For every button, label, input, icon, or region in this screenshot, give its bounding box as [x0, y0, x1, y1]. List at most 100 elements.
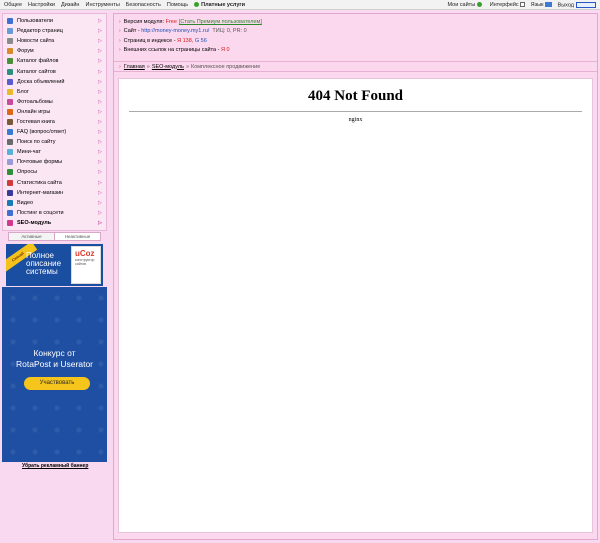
exit-link[interactable]: Выход [558, 2, 596, 8]
expand-arrow-icon[interactable]: ▷ [98, 119, 102, 125]
sidebar-item[interactable]: Гостевая книга ▷ [3, 117, 106, 127]
sidebar-item-label: Опросы [17, 169, 38, 176]
menu-security[interactable]: Безопасность [126, 2, 161, 8]
expand-arrow-icon[interactable]: ▷ [98, 190, 102, 196]
site-row: › Сайт - http://money-money.my1.ru/ ТИЦ:… [119, 27, 592, 37]
pages-google: G 56 [194, 37, 207, 44]
expand-arrow-icon[interactable]: ▷ [98, 99, 102, 105]
sidebar-item[interactable]: Доска объявлений ▷ [3, 77, 106, 87]
site-url[interactable]: http://money-money.my1.ru/ [141, 28, 209, 34]
version-label: Версия модуля: [123, 18, 165, 25]
ucoz-ad-banner[interactable]: Скачай Полное описание системы uCoz конс… [6, 244, 103, 286]
sidebar-item[interactable]: Поиск по сайту ▷ [3, 137, 106, 147]
menu-tools[interactable]: Инструменты [85, 2, 119, 8]
sidebar-item[interactable]: Каталог сайтов ▷ [3, 66, 106, 76]
sidebar-item[interactable]: Видео ▷ [3, 198, 106, 208]
module-icon [7, 68, 13, 75]
module-icon [7, 88, 13, 95]
sidebar-item[interactable]: Опросы ▷ [3, 167, 106, 177]
my-sites-link[interactable]: Мои сайты [448, 2, 484, 8]
expand-arrow-icon[interactable]: ▷ [98, 159, 102, 165]
expand-arrow-icon[interactable]: ▷ [98, 149, 102, 155]
sidebar-item-label: Редактор страниц [17, 28, 63, 35]
remove-banner-link[interactable]: Убрать рекламный баннер [22, 463, 88, 469]
breadcrumb-sep: » [185, 63, 189, 70]
error-heading: 404 Not Found [307, 88, 404, 104]
sidebar-item[interactable]: Статистика сайта ▷ [3, 178, 106, 188]
sidebar-item-label: Каталог файлов [17, 58, 59, 65]
module-icon [7, 38, 13, 45]
links-label: Внешних ссылок на страницы сайта - [123, 47, 220, 54]
my-sites-label: Мои сайты [447, 2, 476, 9]
module-icon [7, 18, 13, 25]
ad-text-line: системы [26, 267, 58, 276]
sidebar-item[interactable]: Форум ▷ [3, 46, 106, 56]
main-panel: › Версия модуля: Free [Стать Премиум пол… [113, 13, 598, 540]
expand-arrow-icon[interactable]: ▷ [98, 169, 102, 175]
participate-button[interactable]: Участвовать [24, 377, 90, 390]
sidebar-item[interactable]: Фотоальбомы ▷ [3, 97, 106, 107]
module-icon [7, 58, 13, 65]
paid-services-label: Платные услуги [201, 2, 246, 8]
expand-arrow-icon[interactable]: ▷ [98, 109, 102, 115]
sidebar-item[interactable]: Новости сайта ▷ [3, 36, 106, 46]
expand-arrow-icon[interactable]: ▷ [98, 180, 102, 186]
expand-arrow-icon[interactable]: ▷ [98, 69, 102, 75]
expand-arrow-icon[interactable]: ▷ [98, 129, 102, 135]
sidebar-item[interactable]: SEO-модуль ▷ [3, 218, 106, 228]
interface-toggle[interactable]: Интерфейс [490, 2, 525, 8]
menu-design[interactable]: Дизайн [61, 2, 80, 8]
sidebar-item[interactable]: Почтовые формы ▷ [3, 157, 106, 167]
modules-tabs: Активные Неактивные [8, 232, 101, 241]
sidebar-item-label: SEO-модуль [17, 219, 52, 226]
sidebar-item[interactable]: Блог ▷ [3, 87, 106, 97]
ad-headline-1: Конкурс от [33, 348, 76, 358]
flag-icon [544, 2, 552, 8]
bullet-icon: › [119, 18, 121, 25]
ad-pattern [2, 287, 107, 462]
sidebar-item-label: Постинг в соцсети [17, 209, 64, 216]
sidebar-item-label: Форум [17, 48, 34, 55]
rotapost-ad-banner[interactable]: Конкурс от RotaPost и Userator Участвова… [2, 287, 107, 462]
modules-list: Пользователи ▷ Редактор страниц ▷ Новости са… [3, 14, 106, 228]
expand-arrow-icon[interactable]: ▷ [98, 210, 102, 216]
expand-arrow-icon[interactable]: ▷ [98, 28, 102, 34]
menu-general[interactable]: Общее [4, 2, 22, 8]
module-icon [7, 98, 13, 105]
top-menu-left: Общее Настройки Дизайн Инструменты Безоп… [4, 2, 245, 8]
sidebar-item[interactable]: Онлайн игры ▷ [3, 107, 106, 117]
sidebar-item[interactable]: Мини-чат ▷ [3, 147, 106, 157]
menu-paid-services[interactable]: Платные услуги [194, 2, 245, 8]
module-icon [7, 108, 13, 115]
interface-checkbox[interactable] [519, 2, 525, 8]
expand-arrow-icon[interactable]: ▷ [98, 38, 102, 44]
sidebar-item[interactable]: Каталог файлов ▷ [3, 56, 106, 66]
expand-arrow-icon[interactable]: ▷ [98, 200, 102, 206]
sidebar-item[interactable]: FAQ (вопрос/ответ) ▷ [3, 127, 106, 137]
language-select[interactable]: Язык [531, 2, 552, 8]
menu-help[interactable]: Помощь [167, 2, 188, 8]
sidebar-item-label: Каталог сайтов [17, 68, 56, 75]
premium-link[interactable]: [Стать Премиум пользователем] [179, 19, 262, 25]
breadcrumb-home[interactable]: Главная [124, 64, 145, 70]
breadcrumb-seo[interactable]: SEO-модуль [152, 64, 184, 70]
sidebar-item[interactable]: Редактор страниц ▷ [3, 26, 106, 36]
expand-arrow-icon[interactable]: ▷ [98, 48, 102, 54]
expand-arrow-icon[interactable]: ▷ [98, 58, 102, 64]
menu-settings[interactable]: Настройки [28, 2, 55, 8]
tab-inactive[interactable]: Неактивные [55, 233, 100, 240]
sidebar-item[interactable]: Пользователи ▷ [3, 16, 106, 26]
sidebar-item-label: Почтовые формы [17, 159, 63, 166]
expand-arrow-icon[interactable]: ▷ [98, 18, 102, 24]
sidebar-item[interactable]: Интернет-магазин ▷ [3, 188, 106, 198]
links-yandex: Я 0 [221, 47, 230, 54]
ucoz-box-logo: uCoz конструктор сайтов [71, 246, 101, 284]
expand-arrow-icon[interactable]: ▷ [98, 220, 102, 226]
expand-arrow-icon[interactable]: ▷ [98, 89, 102, 95]
expand-arrow-icon[interactable]: ▷ [98, 79, 102, 85]
breadcrumb-current: Комплексное продвижение [191, 63, 261, 70]
sidebar-item[interactable]: Постинг в соцсети ▷ [3, 208, 106, 218]
top-menu-right: Мои сайты Интерфейс Язык Выход [448, 2, 596, 8]
expand-arrow-icon[interactable]: ▷ [98, 139, 102, 145]
tab-active[interactable]: Активные [9, 233, 55, 240]
